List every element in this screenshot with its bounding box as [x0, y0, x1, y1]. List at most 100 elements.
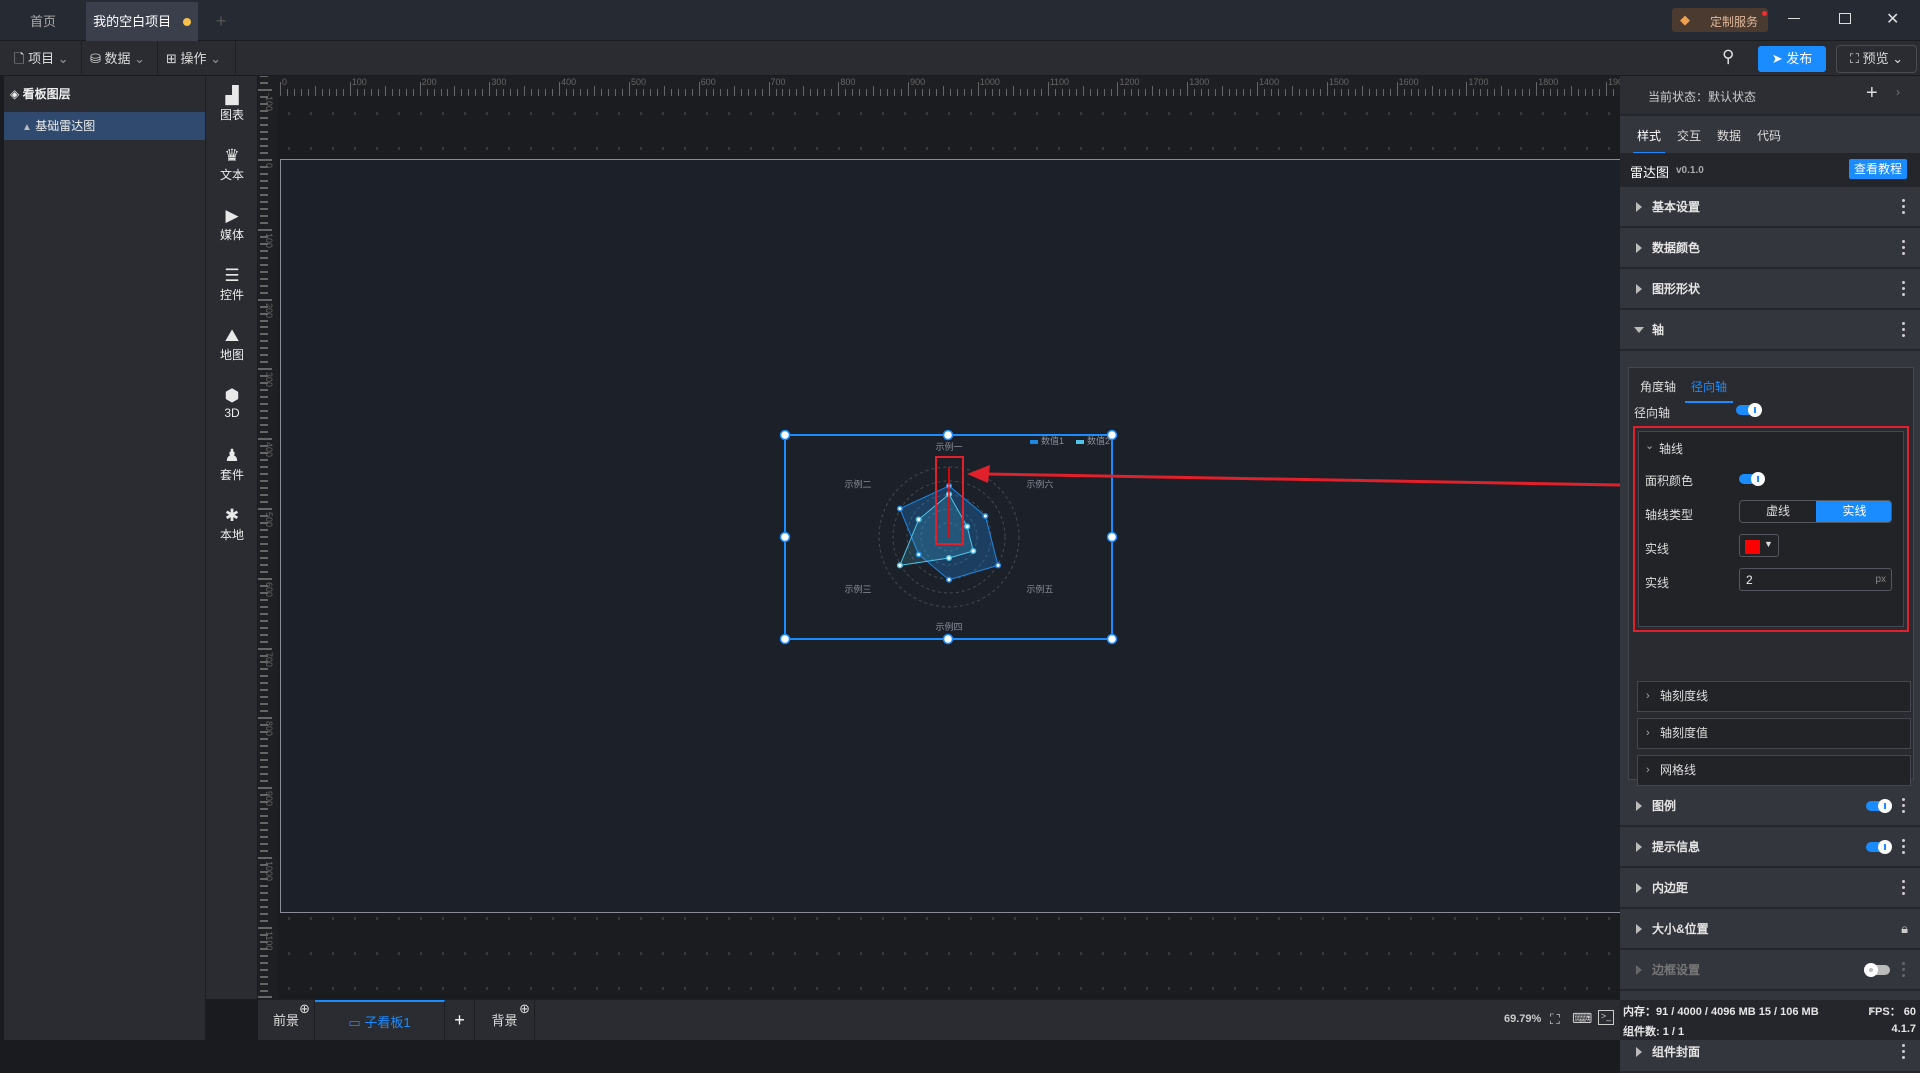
- subsection-网格线[interactable]: ›网格线: [1637, 755, 1911, 786]
- more-icon[interactable]: [1902, 880, 1906, 898]
- add-circle-icon[interactable]: ⊕: [519, 988, 530, 1029]
- legend-label[interactable]: 数值2: [1087, 435, 1110, 446]
- fit-screen-icon[interactable]: ⛶: [1550, 1011, 1560, 1028]
- project-menu[interactable]: 🗋 项目 ⌄: [6, 41, 82, 76]
- resize-handle[interactable]: [1108, 635, 1117, 644]
- add-tab-button[interactable]: +: [206, 2, 236, 41]
- data-point[interactable]: [996, 563, 1001, 568]
- area-color-toggle[interactable]: [1739, 474, 1763, 484]
- section-内边距[interactable]: 内边距: [1620, 868, 1920, 909]
- tool-7[interactable]: ✱本地: [206, 506, 258, 543]
- chevron-right-icon[interactable]: ›: [1896, 85, 1900, 99]
- section-图例[interactable]: 图例: [1620, 786, 1920, 827]
- keyboard-icon[interactable]: ⌨: [1572, 1010, 1592, 1027]
- current-state[interactable]: 当前状态：默认状态: [1648, 88, 1756, 105]
- section-toggle[interactable]: [1866, 842, 1890, 852]
- more-icon[interactable]: [1902, 322, 1906, 340]
- data-point[interactable]: [898, 563, 903, 568]
- solid-option[interactable]: 实线: [1816, 501, 1892, 522]
- tool-0[interactable]: ▟图表: [206, 86, 258, 123]
- section-大小&位置[interactable]: 大小&位置🔒︎: [1620, 909, 1920, 950]
- foreground-tab[interactable]: 前景⊕: [258, 1000, 315, 1041]
- resize-handle[interactable]: [944, 635, 953, 644]
- data-point[interactable]: [947, 577, 952, 582]
- legend-swatch[interactable]: [1030, 440, 1038, 444]
- custom-service-button[interactable]: ◆ 定制服务: [1672, 8, 1768, 32]
- canvas-stage[interactable]: 示例一示例六示例五示例四示例三示例二数值1数值2: [278, 96, 1620, 999]
- tab-project[interactable]: 我的空白项目: [86, 2, 198, 41]
- preview-button[interactable]: ⛶ 预览 ⌄: [1836, 45, 1917, 73]
- legend-label[interactable]: 数值1: [1041, 435, 1064, 446]
- more-icon[interactable]: [1902, 199, 1906, 217]
- console-icon[interactable]: >_: [1598, 1010, 1614, 1025]
- tab-sub-board[interactable]: ▭ 子看板1: [315, 1000, 445, 1041]
- resize-handle[interactable]: [944, 431, 953, 440]
- section-边框设置[interactable]: 边框设置: [1620, 950, 1920, 991]
- vertical-ruler[interactable]: -100010020030040050060070080090010001100: [258, 76, 278, 999]
- radial-axis-toggle[interactable]: [1736, 405, 1760, 415]
- close-button[interactable]: ✕: [1886, 9, 1899, 29]
- zoom-level[interactable]: 69.79%: [1504, 1013, 1541, 1025]
- add-circle-icon[interactable]: ⊕: [299, 988, 310, 1029]
- panel-tab-2[interactable]: 数据: [1713, 127, 1745, 152]
- background-tab[interactable]: 背景⊕: [475, 1000, 535, 1041]
- dashed-option[interactable]: 虚线: [1740, 501, 1816, 522]
- tab-angle-axis[interactable]: 角度轴: [1640, 378, 1676, 395]
- panel-tab-1[interactable]: 交互: [1673, 127, 1705, 152]
- chevron-down-icon[interactable]: ⌄: [1645, 439, 1654, 452]
- add-board-button[interactable]: +: [445, 1000, 475, 1041]
- publish-button[interactable]: ➤ 发布: [1758, 46, 1826, 72]
- section-toggle[interactable]: [1866, 965, 1890, 975]
- more-icon[interactable]: [1902, 839, 1906, 857]
- data-point[interactable]: [983, 514, 988, 519]
- tool-1[interactable]: ♛文本: [206, 146, 258, 183]
- resize-handle[interactable]: [781, 431, 790, 440]
- section-基本设置[interactable]: 基本设置: [1620, 187, 1920, 228]
- tab-home[interactable]: 首页: [0, 2, 86, 41]
- data-point[interactable]: [898, 506, 903, 511]
- lock-icon[interactable]: 🔒︎: [1901, 921, 1908, 937]
- axis-line-type-label: 轴线类型: [1645, 506, 1693, 523]
- section-toggle[interactable]: [1866, 801, 1890, 811]
- resize-handle[interactable]: [781, 635, 790, 644]
- more-icon[interactable]: [1902, 240, 1906, 258]
- tool-2[interactable]: ▶媒体: [206, 206, 258, 243]
- search-icon[interactable]: ⚲: [1722, 47, 1734, 67]
- data-menu[interactable]: ⛁ 数据 ⌄: [82, 41, 158, 76]
- layer-item-radar[interactable]: ▲ 基础雷达图: [4, 112, 205, 140]
- section-图形形状[interactable]: 图形形状: [1620, 269, 1920, 310]
- add-state-button[interactable]: +: [1866, 82, 1878, 105]
- more-icon[interactable]: [1902, 798, 1906, 816]
- tool-4[interactable]: ⛰地图: [206, 326, 258, 363]
- tool-6[interactable]: ♟套件: [206, 446, 258, 483]
- tutorial-button[interactable]: 查看教程: [1849, 159, 1907, 179]
- more-icon[interactable]: [1902, 1044, 1906, 1062]
- data-point[interactable]: [916, 517, 921, 522]
- panel-tab-3[interactable]: 代码: [1753, 127, 1785, 152]
- restore-button[interactable]: [1839, 13, 1851, 24]
- minimize-button[interactable]: [1788, 18, 1800, 19]
- more-icon[interactable]: [1902, 281, 1906, 299]
- section-轴[interactable]: 轴: [1620, 310, 1920, 351]
- data-point[interactable]: [947, 556, 952, 561]
- section-提示信息[interactable]: 提示信息: [1620, 827, 1920, 868]
- horizontal-ruler[interactable]: 0100200300400500600700800900100011001200…: [278, 76, 1620, 96]
- tool-5[interactable]: ⬢3D: [206, 386, 258, 420]
- subsection-轴刻度值[interactable]: ›轴刻度值: [1637, 718, 1911, 749]
- section-数据颜色[interactable]: 数据颜色: [1620, 228, 1920, 269]
- panel-tab-0[interactable]: 样式: [1633, 127, 1665, 154]
- subsection-轴刻度线[interactable]: ›轴刻度线: [1637, 681, 1911, 712]
- resize-handle[interactable]: [1108, 533, 1117, 542]
- line-color-picker[interactable]: ▼: [1739, 534, 1779, 557]
- resize-handle[interactable]: [781, 533, 790, 542]
- line-width-input[interactable]: 2 px: [1739, 568, 1892, 591]
- axis-line-title[interactable]: 轴线: [1659, 440, 1683, 457]
- ops-menu[interactable]: ⊞ 操作 ⌄: [158, 41, 236, 76]
- data-point[interactable]: [965, 524, 970, 529]
- tab-radial-axis[interactable]: 径向轴: [1685, 378, 1733, 403]
- data-point[interactable]: [971, 549, 976, 554]
- legend-swatch[interactable]: [1076, 440, 1084, 444]
- radar-chart[interactable]: 示例一示例六示例五示例四示例三示例二数值1数值2: [278, 96, 1620, 999]
- tool-3[interactable]: ☰控件: [206, 266, 258, 303]
- more-icon[interactable]: [1902, 962, 1906, 980]
